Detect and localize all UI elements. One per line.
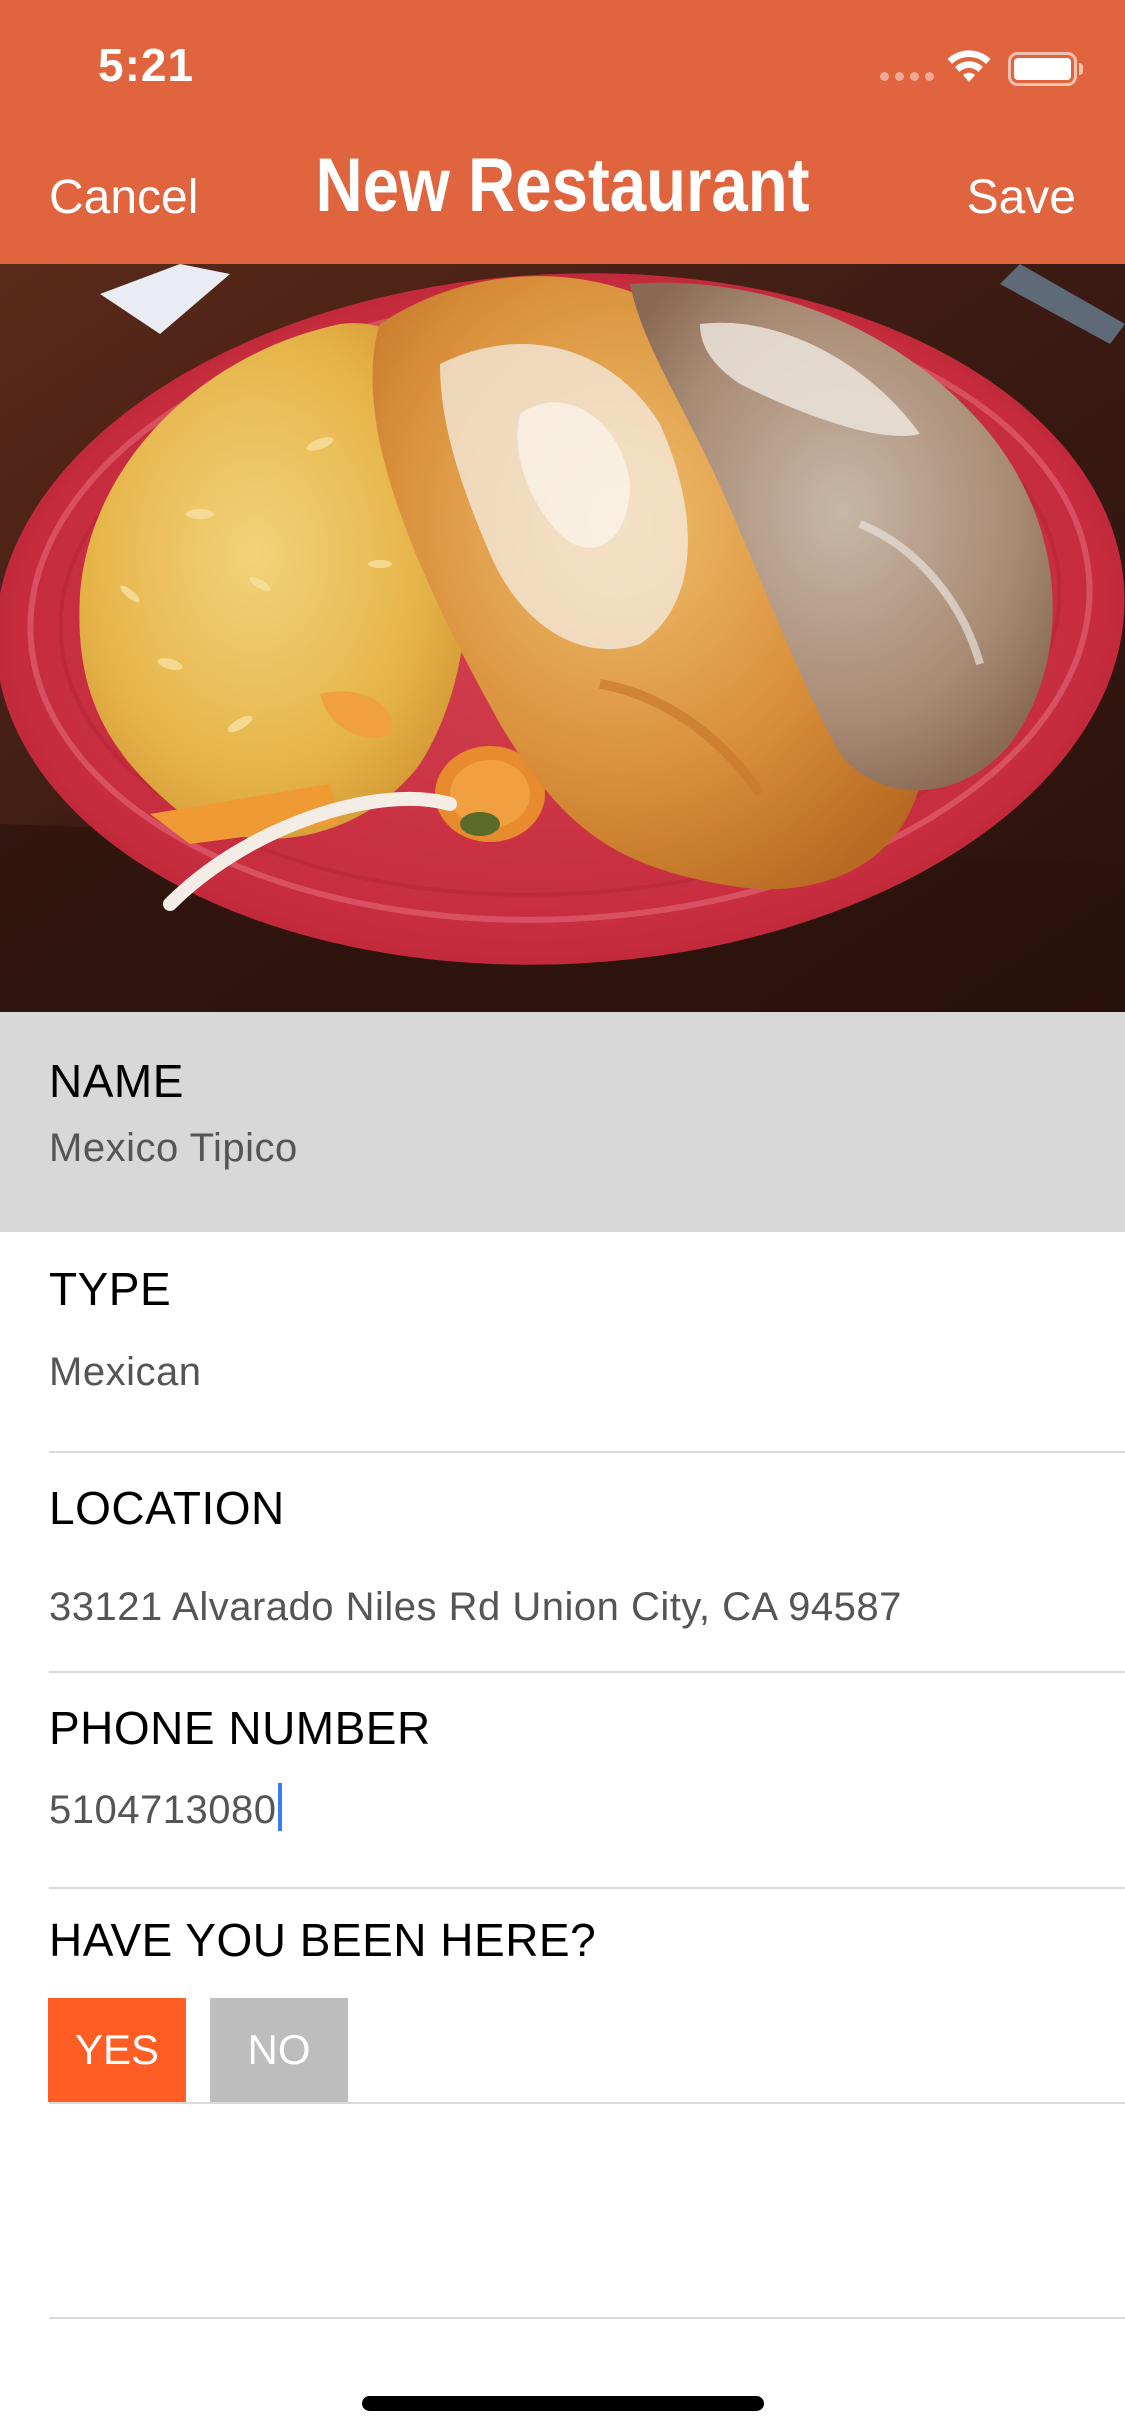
- phone-input[interactable]: 5104713080: [49, 1783, 283, 1833]
- separator: [49, 2317, 1125, 2319]
- name-label: NAME: [49, 1055, 184, 1107]
- signal-icon: [880, 72, 934, 81]
- location-label: LOCATION: [49, 1482, 285, 1534]
- name-input[interactable]: Mexico Tipico: [49, 1126, 298, 1171]
- food-plate-illustration: [0, 264, 1125, 1012]
- phone-value: 5104713080: [49, 1788, 277, 1832]
- phone-label: PHONE NUMBER: [49, 1702, 431, 1754]
- page-title: New Restaurant: [315, 143, 810, 228]
- type-field[interactable]: TYPE Mexican: [0, 1232, 1125, 1452]
- been-here-label: HAVE YOU BEEN HERE?: [49, 1914, 597, 1966]
- separator: [49, 2102, 1125, 2104]
- no-button[interactable]: NO: [210, 1998, 348, 2102]
- type-label: TYPE: [49, 1263, 172, 1315]
- type-input[interactable]: Mexican: [49, 1350, 201, 1395]
- restaurant-photo[interactable]: [0, 264, 1125, 1012]
- wifi-icon: [947, 50, 991, 82]
- location-field[interactable]: LOCATION 33121 Alvarado Niles Rd Union C…: [0, 1453, 1125, 1671]
- status-time: 5:21: [98, 39, 195, 91]
- yes-button[interactable]: YES: [48, 1998, 186, 2102]
- navigation-bar: 5:21 Cancel New Restaurant Save: [0, 0, 1125, 264]
- location-input[interactable]: 33121 Alvarado Niles Rd Union City, CA 9…: [49, 1585, 902, 1630]
- home-indicator[interactable]: [362, 2396, 764, 2411]
- save-button[interactable]: Save: [967, 170, 1076, 225]
- name-field[interactable]: NAME Mexico Tipico: [0, 1012, 1125, 1232]
- phone-field[interactable]: PHONE NUMBER 5104713080: [0, 1673, 1125, 1887]
- battery-icon: [1008, 52, 1083, 86]
- text-cursor: [278, 1783, 283, 1831]
